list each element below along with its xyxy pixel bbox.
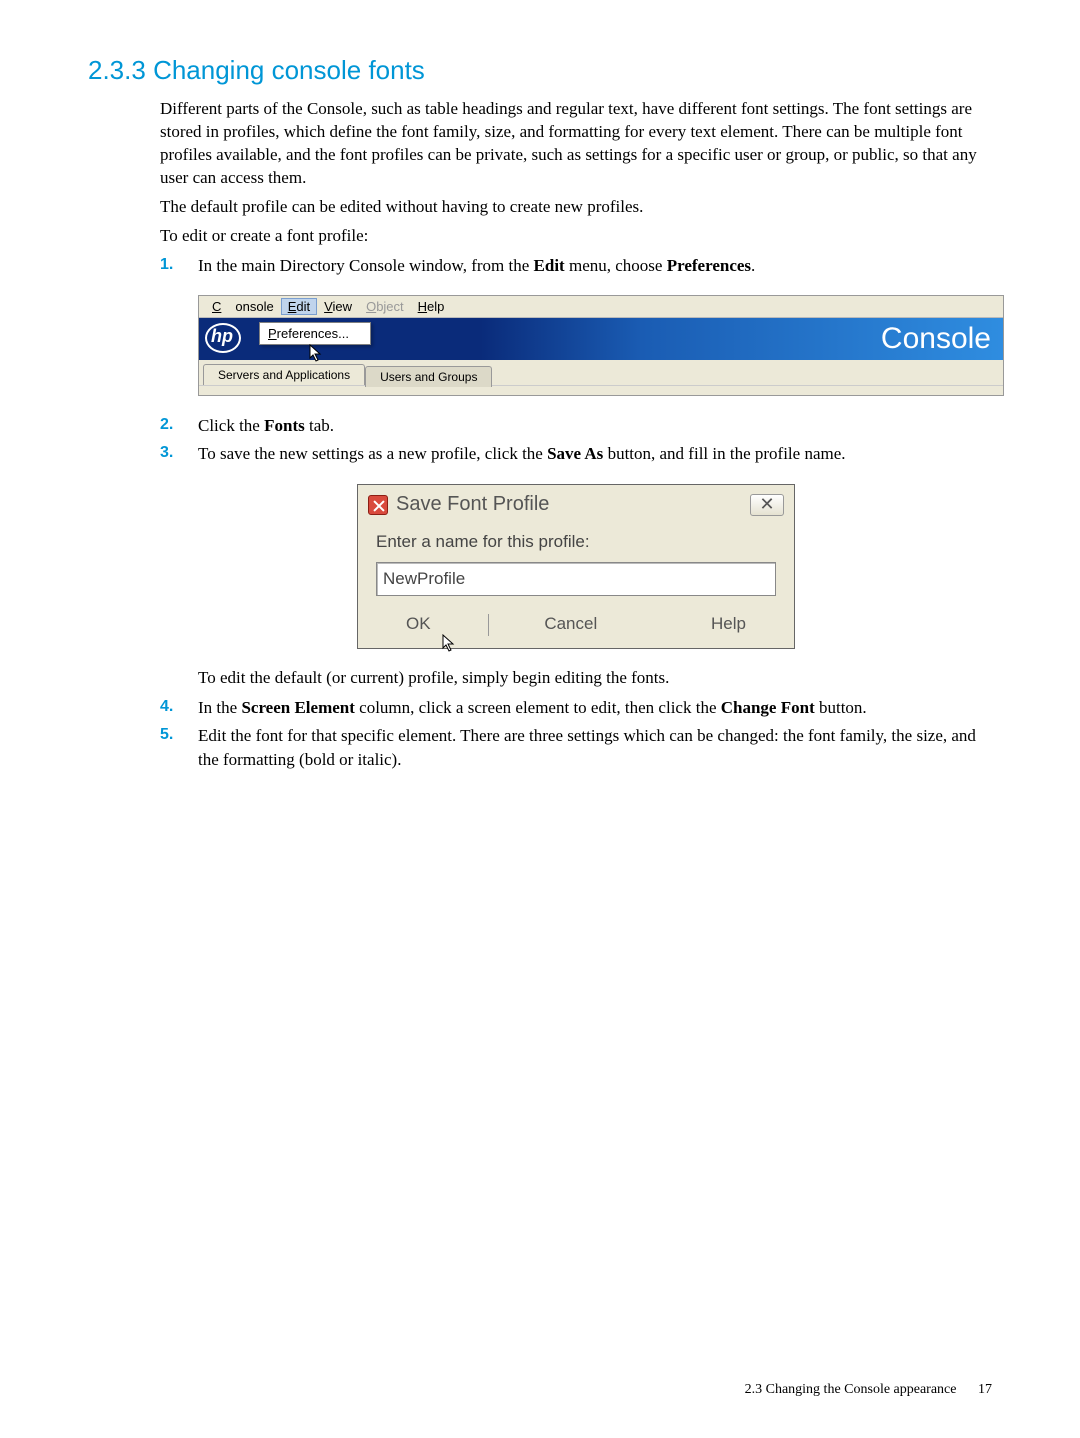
close-button[interactable]: ✕ bbox=[750, 494, 784, 516]
bold-screen-element: Screen Element bbox=[241, 698, 354, 717]
help-button[interactable]: Help bbox=[711, 614, 746, 634]
step-3: 3. To save the new settings as a new pro… bbox=[160, 442, 992, 466]
hp-logo-icon: hp bbox=[205, 323, 243, 355]
bold-preferences: Preferences bbox=[667, 256, 751, 275]
step-number: 5. bbox=[160, 724, 198, 772]
step-2: 2. Click the Fonts tab. bbox=[160, 414, 992, 438]
paragraph-intro: Different parts of the Console, such as … bbox=[160, 98, 992, 190]
profile-name-label: Enter a name for this profile: bbox=[376, 532, 776, 552]
button-divider bbox=[488, 614, 489, 636]
paragraph-default: The default profile can be edited withou… bbox=[160, 196, 992, 219]
cancel-button[interactable]: Cancel bbox=[544, 614, 597, 634]
menu-edit[interactable]: Edit bbox=[281, 298, 317, 315]
step-5: 5. Edit the font for that specific eleme… bbox=[160, 724, 992, 772]
paragraph-lead-in: To edit or create a font profile: bbox=[160, 225, 992, 248]
save-font-profile-dialog: Save Font Profile ✕ Enter a name for thi… bbox=[357, 484, 795, 649]
bold-edit: Edit bbox=[534, 256, 565, 275]
section-number: 2.3.3 bbox=[88, 55, 146, 85]
menu-view[interactable]: View bbox=[317, 298, 359, 315]
step-number: 3. bbox=[160, 442, 198, 466]
console-brand-label: Console bbox=[881, 322, 991, 356]
profile-name-input[interactable] bbox=[376, 562, 776, 596]
dialog-app-icon bbox=[368, 495, 388, 515]
console-banner: hp Preferences... Console bbox=[199, 318, 1003, 360]
menubar: Console Edit View Object Help bbox=[199, 296, 1003, 318]
step-number: 4. bbox=[160, 696, 198, 720]
bold-change-font: Change Font bbox=[721, 698, 815, 717]
section-title-text: Changing console fonts bbox=[153, 55, 425, 85]
page-number: 17 bbox=[978, 1382, 992, 1397]
page-footer: 2.3 Changing the Console appearance 17 bbox=[745, 1382, 992, 1398]
close-icon: ✕ bbox=[759, 494, 774, 515]
tab-servers-applications[interactable]: Servers and Applications bbox=[203, 364, 365, 385]
tab-users-groups[interactable]: Users and Groups bbox=[365, 366, 492, 387]
step-number: 2. bbox=[160, 414, 198, 438]
cursor-icon bbox=[442, 634, 456, 652]
footer-section-title: 2.3 Changing the Console appearance bbox=[745, 1382, 957, 1397]
ok-button[interactable]: OK bbox=[406, 614, 431, 634]
bold-fonts: Fonts bbox=[264, 416, 305, 435]
section-heading: 2.3.3 Changing console fonts bbox=[88, 55, 992, 86]
menu-object: Object bbox=[359, 298, 411, 315]
cursor-icon bbox=[309, 344, 323, 362]
step-1: 1. In the main Directory Console window,… bbox=[160, 254, 992, 278]
bold-save-as: Save As bbox=[547, 444, 603, 463]
paragraph-edit-default: To edit the default (or current) profile… bbox=[198, 667, 992, 690]
dialog-title: Save Font Profile bbox=[396, 493, 549, 516]
console-tabs: Servers and Applications Users and Group… bbox=[199, 360, 1003, 385]
step-4: 4. In the Screen Element column, click a… bbox=[160, 696, 992, 720]
menu-help[interactable]: Help bbox=[411, 298, 452, 315]
menu-console[interactable]: Console bbox=[205, 298, 281, 315]
edit-dropdown: Preferences... bbox=[259, 322, 371, 345]
console-menu-figure: Console Edit View Object Help hp Prefere… bbox=[198, 295, 1004, 396]
menu-item-preferences[interactable]: Preferences... bbox=[260, 323, 370, 344]
step-number: 1. bbox=[160, 254, 198, 278]
